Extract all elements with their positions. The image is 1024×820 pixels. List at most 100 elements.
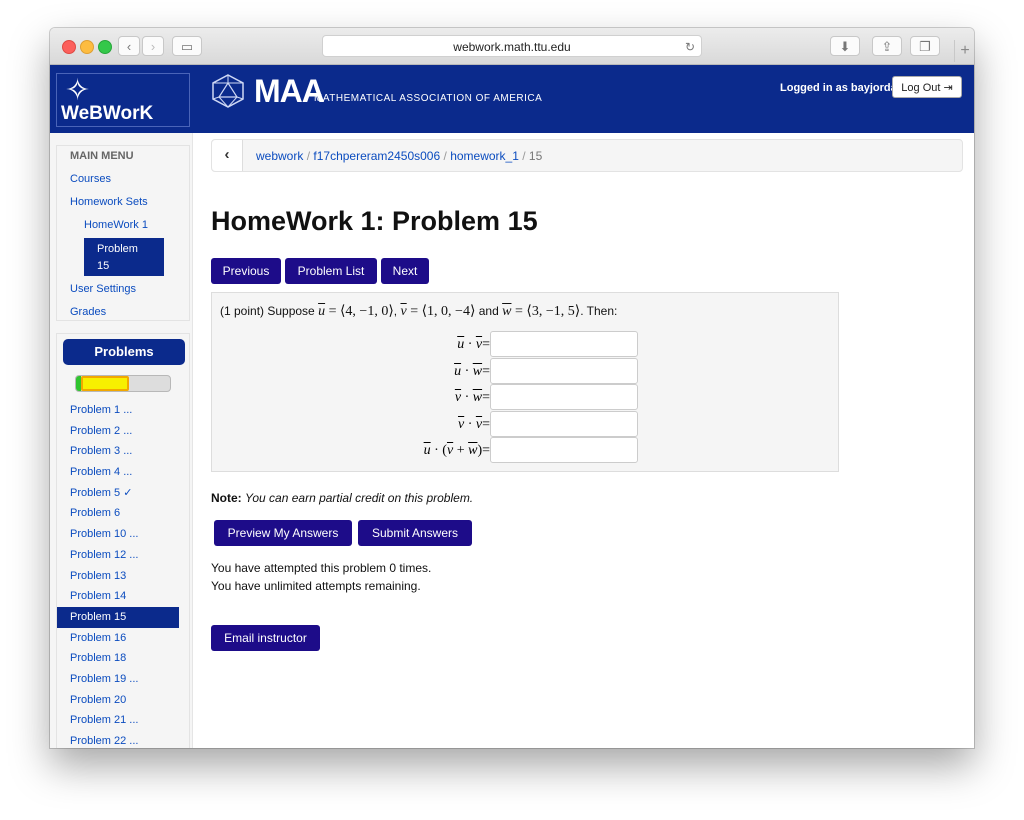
vector-v-def: v = ⟨1, 0, −4⟩ [400,304,476,319]
previous-button[interactable]: Previous [211,258,281,284]
problem-list-item[interactable]: Problem 22 ... [57,731,191,748]
new-tab-icon[interactable]: + [954,40,974,62]
sidebar-item-user-settings[interactable]: User Settings [70,283,136,295]
maa-icosahedron-icon [212,74,244,108]
breadcrumb-webwork[interactable]: webwork [256,149,303,163]
main-menu: MAIN MENU Courses Homework Sets HomeWork… [56,145,190,321]
note-label: Note: [211,491,242,505]
browser-window: ‹ › ▭ webwork.math.ttu.edu ↻ ⬇ ⇪ ❐ + ✧ We… [50,28,974,748]
browser-toolbar: ‹ › ▭ webwork.math.ttu.edu ↻ ⬇ ⇪ ❐ + [50,28,974,65]
answer-row: u · v= [212,331,642,357]
url-text: webwork.math.ttu.edu [453,40,571,54]
problem-list-item[interactable]: Problem 15 [57,606,179,628]
share-icon[interactable]: ⇪ [872,36,902,56]
problem-list-item[interactable]: Problem 14 [57,586,191,607]
sidebar-item-courses[interactable]: Courses [70,173,111,185]
dot-product-label: v · v= [457,416,490,432]
dot-product-label: u · v= [457,337,490,352]
forward-arrow-icon[interactable]: › [142,36,164,56]
problem-list-item[interactable]: Problem 21 ... [57,710,191,731]
maa-logo-text: MAA [254,73,325,109]
sidebar-item-homework-1[interactable]: HomeWork 1 [84,219,148,231]
webwork-star-icon: ✧ [65,74,91,107]
breadcrumb: ‹ webwork / f17chpereram2450s006 / homew… [211,139,963,172]
sidebar-item-grades[interactable]: Grades [70,306,106,318]
problem-points: (1 point) Suppose [220,304,315,318]
problem-list-item[interactable]: Problem 4 ... [57,462,191,483]
note-text: You can earn partial credit on this prob… [245,491,474,505]
back-arrow-icon[interactable]: ‹ [118,36,140,56]
breadcrumb-separator: / [443,149,447,163]
breadcrumb-set[interactable]: homework_1 [450,149,519,163]
problem-list-item[interactable]: Problem 2 ... [57,421,191,442]
problem-list-item[interactable]: Problem 18 [57,648,191,669]
sidebar-toggle-icon[interactable]: ▭ [172,36,202,56]
problem-body: (1 point) Suppose u = ⟨4, −1, 0⟩, v = ⟨1… [211,292,839,472]
email-instructor-button[interactable]: Email instructor [211,625,320,651]
and-word: and [478,304,499,318]
next-button[interactable]: Next [381,258,429,284]
reload-icon[interactable]: ↻ [685,36,695,58]
logout-button[interactable]: Log Out ⇥ [892,76,962,98]
problem-list-item[interactable]: Problem 3 ... [57,441,191,462]
dot-product-label: v · w= [454,390,490,405]
logout-label: Log Out [901,82,941,94]
vector-u-def: u = ⟨4, −1, 0⟩ [318,304,394,319]
back-chevron-icon[interactable]: ‹ [212,140,243,171]
problem-list-item[interactable]: Problem 6 [57,503,191,524]
active-problem-number: 15 [97,260,110,272]
preview-answers-button[interactable]: Preview My Answers [214,520,352,546]
answer-input[interactable] [490,437,638,463]
problem-list-item[interactable]: Problem 10 ... [57,524,191,545]
answer-input[interactable] [490,357,638,384]
answer-row: v · w= [212,384,642,410]
sidebar-item-homework-sets[interactable]: Homework Sets [70,196,148,208]
tabs-icon[interactable]: ❐ [910,36,940,56]
sidebar-item-active-problem[interactable]: Problem 15 [84,238,164,276]
problem-list-button[interactable]: Problem List [285,258,377,284]
answer-row: u · w= [212,357,642,384]
sidebar: MAIN MENU Courses Homework Sets HomeWork… [50,133,193,748]
then-word: . Then: [580,304,618,318]
active-problem-label: Problem [97,243,138,255]
maa-subtitle: MATHEMATICAL ASSOCIATION OF AMERICA [314,93,543,104]
breadcrumb-current: 15 [528,149,543,163]
logged-in-label: Logged in as bayjorda. [780,82,900,94]
dot-product-label: u · (v + w)= [423,443,490,458]
webwork-logo[interactable]: ✧ WeBWorK [56,73,190,127]
answer-row: u · (v + w)= [212,437,642,463]
breadcrumb-trail: webwork / f17chpereram2450s006 / homewor… [256,149,542,163]
logout-icon: ⇥ [943,82,953,94]
problem-list-item[interactable]: Problem 19 ... [57,669,191,690]
problem-list-item[interactable]: Problem 5 ✓ [57,483,191,504]
attempts-count: You have attempted this problem 0 times. [211,561,432,575]
vector-w-def: w = ⟨3, −1, 5⟩ [502,304,581,319]
problems-header[interactable]: Problems [63,339,185,365]
close-window-button[interactable] [62,40,76,54]
zoom-window-button[interactable] [98,40,112,54]
answer-input[interactable] [490,384,638,410]
download-icon[interactable]: ⬇ [830,36,860,56]
site-header: ✧ WeBWorK MAA MATHEMATICAL ASSOCIATION O… [50,65,974,133]
problems-panel: Problems Problem 1 ... Problem 2 ... Probl… [56,333,190,748]
dot-product-label: u · w= [454,363,490,379]
partial-credit-note: Note: You can earn partial credit on thi… [211,491,473,505]
breadcrumb-separator: / [306,149,311,163]
breadcrumb-course[interactable]: f17chpereram2450s006 [313,149,440,163]
problem-statement: (1 point) Suppose u = ⟨4, −1, 0⟩, v = ⟨1… [220,304,618,319]
problem-list-item[interactable]: Problem 1 ... [57,400,191,421]
problem-list-item[interactable]: Problem 20 [57,690,191,711]
problem-list-item[interactable]: Problem 16 [57,628,191,649]
answer-row: v · v= [212,410,642,437]
progress-partial [81,376,129,391]
progress-bar [75,375,171,392]
problem-list-item[interactable]: Problem 12 ... [57,545,191,566]
address-bar[interactable]: webwork.math.ttu.edu ↻ [322,35,702,57]
problem-list-item[interactable]: Problem 13 [57,566,191,587]
problem-list: Problem 1 ... Problem 2 ... Problem 3 ... P… [57,400,191,748]
answer-input[interactable] [490,331,638,357]
minimize-window-button[interactable] [80,40,94,54]
breadcrumb-separator: / [522,149,526,163]
answer-input[interactable] [490,410,638,437]
submit-answers-button[interactable]: Submit Answers [358,520,472,546]
